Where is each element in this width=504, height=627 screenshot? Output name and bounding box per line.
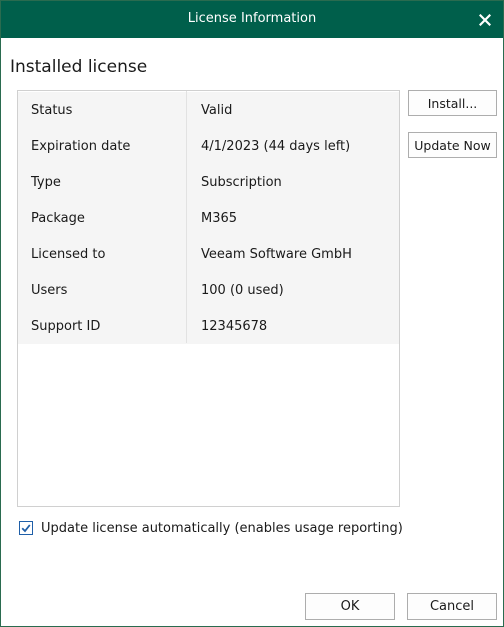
row-value: Subscription xyxy=(201,175,282,190)
table-row: Licensed to Veeam Software GmbH xyxy=(18,236,399,272)
auto-update-checkbox[interactable] xyxy=(19,521,33,535)
auto-update-label: Update license automatically (enables us… xyxy=(41,520,403,536)
title-bar[interactable]: License Information xyxy=(1,1,503,38)
row-label: Support ID xyxy=(31,319,101,334)
checkmark-icon xyxy=(21,524,31,533)
section-heading: Installed license xyxy=(10,57,148,77)
cancel-button[interactable]: Cancel xyxy=(407,593,497,620)
ok-button[interactable]: OK xyxy=(305,593,395,620)
row-value: M365 xyxy=(201,211,238,226)
row-label: Users xyxy=(31,283,68,298)
close-icon xyxy=(479,13,491,26)
column-divider xyxy=(186,91,187,343)
update-now-button[interactable]: Update Now xyxy=(408,132,497,158)
row-value: 4/1/2023 (44 days left) xyxy=(201,139,351,154)
close-button[interactable] xyxy=(467,1,503,38)
table-row: Support ID 12345678 xyxy=(18,308,399,344)
table-row: Status Valid xyxy=(18,92,399,128)
install-button[interactable]: Install... xyxy=(408,90,497,116)
license-information-dialog: License Information Installed license St… xyxy=(0,0,504,627)
row-label: Licensed to xyxy=(31,247,106,262)
table-row: Users 100 (0 used) xyxy=(18,272,399,308)
row-value: Veeam Software GmbH xyxy=(201,247,352,262)
table-row: Expiration date 4/1/2023 (44 days left) xyxy=(18,128,399,164)
window-title: License Information xyxy=(187,11,317,26)
auto-update-option[interactable]: Update license automatically (enables us… xyxy=(19,518,403,538)
license-details-table: Status Valid Expiration date 4/1/2023 (4… xyxy=(17,90,400,507)
row-value: 100 (0 used) xyxy=(201,283,284,298)
row-value: Valid xyxy=(201,103,233,118)
row-value: 12345678 xyxy=(201,319,268,334)
row-label: Status xyxy=(31,103,73,118)
row-label: Package xyxy=(31,211,85,226)
row-label: Type xyxy=(31,175,61,190)
table-row: Type Subscription xyxy=(18,164,399,200)
table-row: Package M365 xyxy=(18,200,399,236)
row-label: Expiration date xyxy=(31,139,131,154)
